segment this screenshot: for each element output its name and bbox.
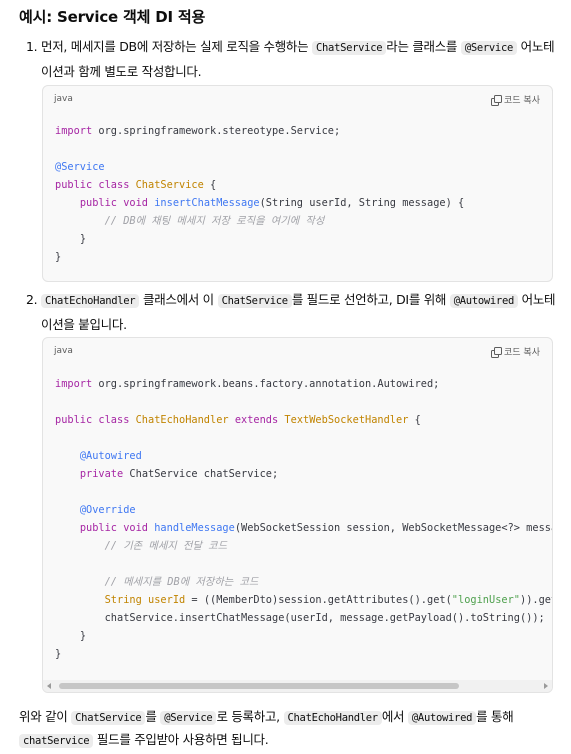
- inline-code: ChatService: [217, 294, 292, 308]
- inline-code: chatService: [19, 734, 94, 748]
- copy-label: 코드 복사: [504, 96, 540, 106]
- section-title: 예시: Service 객체 DI 적용: [19, 8, 206, 26]
- code-content: import org.springframework.beans.factory…: [43, 366, 552, 663]
- inline-code: @Service: [460, 41, 517, 55]
- inline-code: @Autowired: [407, 711, 477, 725]
- code-token: // 메세지를 DB에 저장하는 코드: [104, 576, 259, 588]
- code-token: @Autowired: [79, 450, 142, 462]
- code-language: java: [54, 94, 73, 104]
- text: 클래스에서 이: [139, 292, 218, 307]
- code-token: (String userId, String message) {: [259, 197, 465, 209]
- horizontal-scrollbar[interactable]: [43, 680, 552, 692]
- step-number: 1.: [26, 39, 38, 54]
- code-token: import: [55, 125, 93, 137]
- code-token: public class: [55, 414, 130, 426]
- scrollbar-thumb[interactable]: [59, 683, 459, 689]
- text: 로 등록하고,: [216, 709, 284, 724]
- text: 필드를 주입받아 사용하면 됩니다.: [93, 732, 269, 747]
- code-token: (WebSocketSession session, WebSocketMess…: [234, 522, 552, 534]
- scroll-left-icon[interactable]: [47, 683, 51, 689]
- copy-label: 코드 복사: [504, 348, 540, 358]
- code-token: }: [55, 251, 62, 263]
- code-token: // 기존 메세지 전달 코드: [104, 540, 228, 552]
- code-token: insertChatMessage: [154, 197, 260, 209]
- code-block-2: java 코드 복사 import org.springframework.be…: [42, 337, 553, 693]
- inline-code: ChatService: [312, 41, 387, 55]
- text: 를 필드로 선언하고, DI를 위해: [291, 292, 450, 307]
- summary-paragraph: 위와 같이 ChatService 를 @Service 로 등록하고, ChatE…: [19, 706, 559, 752]
- code-token: }: [79, 630, 87, 642]
- code-token: handleMessage: [154, 522, 235, 534]
- copy-icon: [491, 346, 503, 358]
- text: 를: [145, 709, 161, 724]
- text: 라는 클래스를: [386, 39, 461, 54]
- code-token: ChatEchoHandler: [135, 414, 229, 426]
- code-token: // DB에 채팅 메세지 저장 로직을 여기에 작성: [104, 215, 325, 227]
- text: 먼저, 메세지를 DB에 저장하는 실제 로직을 수행하는: [41, 39, 312, 54]
- code-token: extends: [234, 414, 279, 426]
- code-block-header: java 코드 복사: [43, 86, 552, 114]
- code-token: public void: [79, 522, 149, 534]
- copy-code-button[interactable]: 코드 복사: [491, 345, 540, 358]
- code-token: public class: [55, 179, 130, 191]
- code-token: {: [408, 414, 421, 426]
- code-block-header: java 코드 복사: [43, 338, 552, 366]
- step-text: 먼저, 메세지를 DB에 저장하는 실제 로직을 수행하는 ChatServic…: [41, 35, 556, 83]
- text: 위와 같이: [19, 709, 72, 724]
- code-token: }: [79, 233, 87, 245]
- scroll-right-icon[interactable]: [544, 683, 548, 689]
- text: 를 통해: [476, 709, 514, 724]
- code-token: = ((MemberDto)session.getAttributes().ge…: [185, 594, 452, 606]
- code-token: @Override: [79, 504, 136, 516]
- code-token: }: [55, 648, 62, 660]
- code-token: org.springframework.beans.factory.annota…: [92, 378, 440, 390]
- step-text: ChatEchoHandler 클래스에서 이 ChatService 를 필드로…: [41, 288, 556, 336]
- code-token: @Service: [55, 161, 105, 173]
- inline-code: @Autowired: [449, 294, 518, 308]
- code-token: private: [79, 468, 124, 480]
- code-token: ChatService: [135, 179, 204, 191]
- copy-icon: [491, 94, 503, 106]
- code-token: userId: [148, 594, 186, 606]
- code-token: )).getUserI: [520, 594, 552, 606]
- text: 에서: [381, 709, 408, 724]
- code-token: public void: [79, 197, 149, 209]
- step-number: 2.: [26, 292, 38, 307]
- copy-code-button[interactable]: 코드 복사: [491, 93, 540, 106]
- code-token: ChatService chatService;: [123, 468, 279, 480]
- inline-code: ChatEchoHandler: [41, 294, 140, 308]
- code-token: {: [203, 179, 217, 191]
- code-content: import org.springframework.stereotype.Se…: [43, 114, 552, 266]
- code-token: org.springframework.stereotype.Service;: [92, 125, 341, 137]
- inline-code: ChatEchoHandler: [283, 711, 382, 725]
- code-token: TextWebSocketHandler: [284, 414, 409, 426]
- code-token: String: [104, 594, 142, 606]
- code-token: chatService.insertChatMessage(userId, me…: [104, 612, 545, 624]
- code-language: java: [54, 346, 73, 356]
- code-token: "loginUser": [451, 594, 520, 606]
- inline-code: @Service: [160, 711, 217, 725]
- code-block-1: java 코드 복사 import org.springframework.st…: [42, 85, 553, 282]
- inline-code: ChatService: [71, 711, 146, 725]
- code-token: import: [55, 378, 93, 390]
